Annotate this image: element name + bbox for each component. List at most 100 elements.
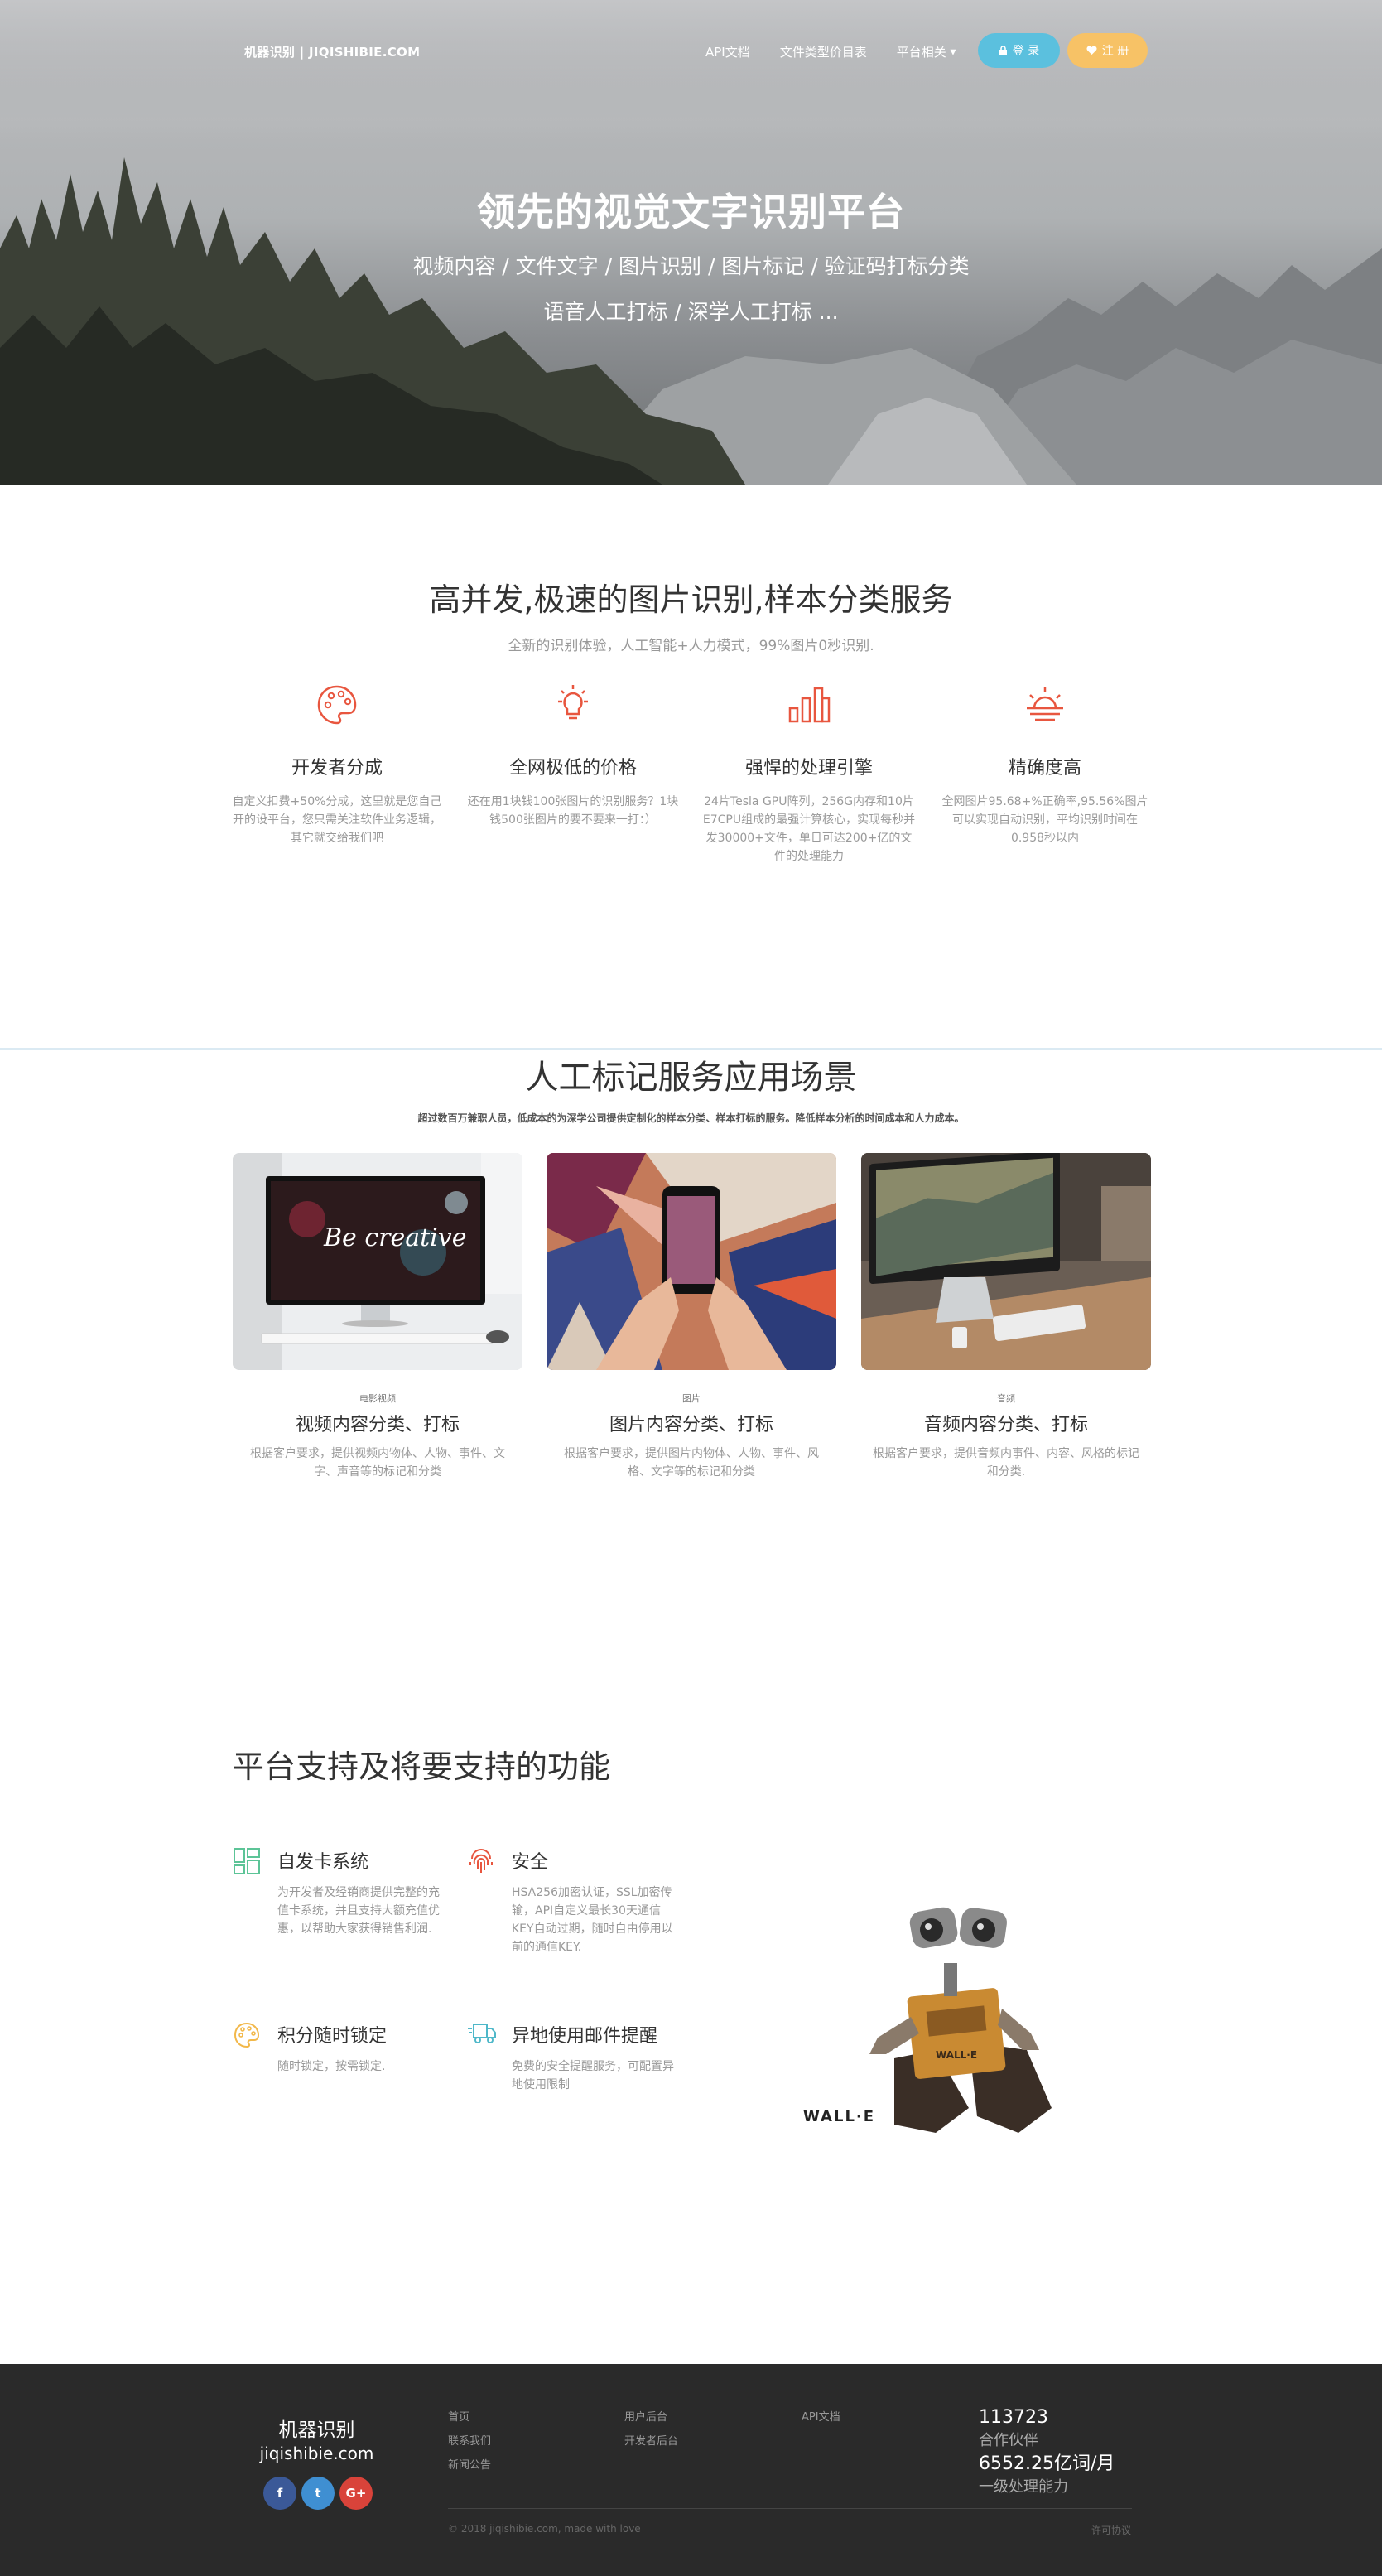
- facebook-icon[interactable]: f: [263, 2477, 296, 2510]
- walle-label: WALL·E: [803, 2108, 876, 2125]
- copyright-text: © 2018 jiqishibie.com, made with love: [448, 2523, 641, 2535]
- feature-developer-share: 开发者分成 自定义扣费+50%分成，这里就是您自己开的设平台，您只需关注软件业务…: [230, 683, 444, 847]
- footer-col-1: 首页 联系我们 新闻公告: [448, 2405, 491, 2477]
- twitter-icon[interactable]: t: [301, 2477, 335, 2510]
- platform-feature-title: 自发卡系统: [277, 1852, 369, 1873]
- feature-text: 自定义扣费+50%分成，这里就是您自己开的设平台，您只需关注软件业务逻辑，其它就…: [232, 795, 442, 845]
- footer-brand: 机器识别 jiqishibie.com: [244, 2414, 389, 2463]
- sunrise-icon: [1027, 687, 1063, 721]
- platform-feature-points-lock: 积分随时锁定 随时锁定，按需锁定.: [233, 2021, 440, 2076]
- card-text: 根据客户要求，提供音频内事件、内容、风格的标记和分类.: [873, 1447, 1139, 1479]
- lightbulb-icon: [558, 685, 588, 720]
- google-plus-icon[interactable]: G+: [339, 2477, 373, 2510]
- register-button[interactable]: 注 册: [1067, 33, 1148, 68]
- platform-feature-title: 积分随时锁定: [277, 2026, 388, 2047]
- scenario-card-video[interactable]: Be creative 电影视频 视频内容分类、打标 根据客户要求，提供视频内物…: [233, 1153, 522, 1481]
- lock-icon: [999, 45, 1007, 55]
- caret-down-icon: ▼: [950, 48, 956, 57]
- stat-capacity-label: 一级处理能力: [979, 2478, 1068, 2496]
- feature-title: 全网极低的价格: [508, 758, 637, 779]
- platform-feature-text: 为开发者及经销商提供完整的充值卡系统，并且支持大额充值优惠，以帮助大家获得销售利…: [277, 1886, 440, 1936]
- social-links: f t G+: [263, 2477, 373, 2510]
- brand-logo[interactable]: 机器识别 | JIQISHIBIE.COM: [244, 43, 420, 60]
- platform-feature-text: 随时锁定，按需锁定.: [277, 2060, 386, 2073]
- features-section: 高并发,极速的图片识别,样本分类服务 全新的识别体验，人工智能+人力模式，99%…: [0, 485, 1382, 1048]
- card-text: 根据客户要求，提供视频内物体、人物、事件、文字、声音等的标记和分类: [250, 1447, 505, 1479]
- feature-text: 全网图片95.68+%正确率,95.56%图片可以实现自动识别，平均识别时间在0…: [941, 795, 1148, 845]
- fingerprint-icon: [469, 1849, 493, 1873]
- footer-link-news[interactable]: 新闻公告: [448, 2453, 491, 2477]
- nav-links: API文档 文件类型价目表 平台相关 ▼: [705, 43, 985, 60]
- feature-title: 强悍的处理引擎: [744, 758, 873, 779]
- footer-link-user-backend[interactable]: 用户后台: [624, 2405, 678, 2429]
- walle-robot-image: WALL·E WALL·E: [795, 1893, 1093, 2153]
- card-category: 电影视频: [359, 1393, 396, 1404]
- palette-icon: [317, 685, 357, 725]
- platform-title: 平台支持及将要支持的功能: [233, 1749, 611, 1785]
- scenario-card-image[interactable]: 图片 图片内容分类、打标 根据客户要求，提供图片内物体、人物、事件、风格、文字等…: [547, 1153, 836, 1481]
- footer-link-contact[interactable]: 联系我们: [448, 2429, 491, 2453]
- license-link[interactable]: 许可协议: [1091, 2523, 1131, 2537]
- desktop-monitor-image: Be creative: [233, 1153, 522, 1370]
- nav-link-platform-label: 平台相关: [896, 45, 946, 60]
- dashboard-icon: [234, 1848, 260, 1874]
- scenario-card-audio[interactable]: 音频 音频内容分类、打标 根据客户要求，提供音频内事件、内容、风格的标记和分类.: [861, 1153, 1151, 1481]
- platform-feature-text: 免费的安全提醒服务，可配置异地使用限制: [512, 2060, 674, 2091]
- footer-col-2: 用户后台 开发者后台: [624, 2405, 678, 2453]
- features-lead: 全新的识别体验，人工智能+人力模式，99%图片0秒识别.: [508, 638, 874, 654]
- features-title: 高并发,极速的图片识别,样本分类服务: [429, 581, 953, 618]
- hero-subtitle-2: 语音人工打标 / 深学人工打标 ...: [543, 300, 839, 324]
- scenarios-section: 人工标记服务应用场景 超过数百万兼职人员，低成本的为深学公司提供定制化的样本分类…: [0, 1048, 1382, 1686]
- footer-link-home[interactable]: 首页: [448, 2405, 491, 2429]
- svg-text:Be creative: Be creative: [323, 1223, 466, 1252]
- stat-partners-label: 合作伙伴: [979, 2432, 1038, 2449]
- delivery-truck-icon: [468, 2024, 496, 2043]
- footer-link-api-docs[interactable]: API文档: [802, 2405, 840, 2429]
- card-category: 图片: [682, 1393, 701, 1404]
- top-navbar: 机器识别 | JIQISHIBIE.COM API文档 文件类型价目表 平台相关…: [0, 31, 1382, 68]
- stat-capacity-value: 6552.25亿词/月: [979, 2453, 1115, 2474]
- platform-feature-title: 异地使用邮件提醒: [512, 2026, 658, 2047]
- site-footer: 机器识别 jiqishibie.com f t G+ 首页 联系我们 新闻公告 …: [0, 2364, 1382, 2576]
- login-label: 登 录: [1012, 45, 1040, 58]
- mountain-forest-background: [0, 0, 1382, 485]
- platform-feature-title: 安全: [512, 1852, 549, 1873]
- stat-partners-value: 113723: [979, 2407, 1048, 2428]
- heart-icon: [1086, 46, 1097, 55]
- scenarios-lead: 超过数百万兼职人员，低成本的为深学公司提供定制化的样本分类、样本打标的服务。降低…: [417, 1112, 965, 1124]
- footer-link-dev-backend[interactable]: 开发者后台: [624, 2429, 678, 2453]
- bar-chart-icon: [788, 687, 831, 723]
- login-button[interactable]: 登 录: [978, 33, 1060, 68]
- palette-icon: [234, 2022, 260, 2048]
- graffiti-phone-image: [547, 1153, 836, 1370]
- feature-engine: 强悍的处理引擎 24片Tesla GPU阵列，256G内存和10片E7CPU组成…: [702, 683, 916, 866]
- footer-stats: 113723 合作伙伴 6552.25亿词/月 一级处理能力: [979, 2405, 1115, 2498]
- feature-text: 24片Tesla GPU阵列，256G内存和10片E7CPU组成的最强计算核心，…: [702, 795, 916, 863]
- scenarios-title: 人工标记服务应用场景: [525, 1059, 857, 1097]
- footer-divider: [448, 2508, 1132, 2509]
- footer-col-3: API文档: [802, 2405, 840, 2429]
- footer-brand-name: 机器识别: [278, 2419, 355, 2441]
- feature-text: 还在用1块钱100张图片的识别服务？1块钱500张图片的要不要来一打：）: [467, 795, 679, 827]
- card-title: 音频内容分类、打标: [923, 1415, 1088, 1435]
- svg-text:WALL·E: WALL·E: [936, 2049, 977, 2061]
- footer-brand-domain: jiqishibie.com: [259, 2443, 374, 2463]
- card-title: 视频内容分类、打标: [295, 1415, 460, 1435]
- platform-section: 平台支持及将要支持的功能 自发卡系统 为开发者及经销商提供完整的充值卡系统，并且…: [0, 1686, 1382, 2364]
- hero-section: 机器识别 | JIQISHIBIE.COM API文档 文件类型价目表 平台相关…: [0, 0, 1382, 485]
- nav-link-api-docs[interactable]: API文档: [705, 43, 750, 60]
- platform-feature-security: 安全 HSA256加密认证，SSL加密传输，API自定义最长30天通信KEY自动…: [467, 1847, 674, 1956]
- hero-title: 领先的视觉文字识别平台: [477, 190, 905, 234]
- register-label: 注 册: [1101, 45, 1129, 58]
- feature-low-price: 全网极低的价格 还在用1块钱100张图片的识别服务？1块钱500张图片的要不要来…: [466, 683, 680, 829]
- imac-desk-image: [861, 1153, 1151, 1370]
- feature-title: 精确度高: [1008, 758, 1081, 779]
- card-text: 根据客户要求，提供图片内物体、人物、事件、风格、文字等的标记和分类: [564, 1447, 819, 1479]
- nav-link-platform[interactable]: 平台相关 ▼: [897, 43, 956, 60]
- platform-feature-text: HSA256加密认证，SSL加密传输，API自定义最长30天通信KEY自动过期，…: [512, 1886, 673, 1954]
- card-title: 图片内容分类、打标: [609, 1415, 773, 1435]
- feature-title: 开发者分成: [291, 758, 383, 779]
- platform-feature-card-system: 自发卡系统 为开发者及经销商提供完整的充值卡系统，并且支持大额充值优惠，以帮助大…: [233, 1847, 440, 1938]
- platform-feature-email-alert: 异地使用邮件提醒 免费的安全提醒服务，可配置异地使用限制: [467, 2021, 674, 2094]
- nav-link-price-list[interactable]: 文件类型价目表: [780, 43, 867, 60]
